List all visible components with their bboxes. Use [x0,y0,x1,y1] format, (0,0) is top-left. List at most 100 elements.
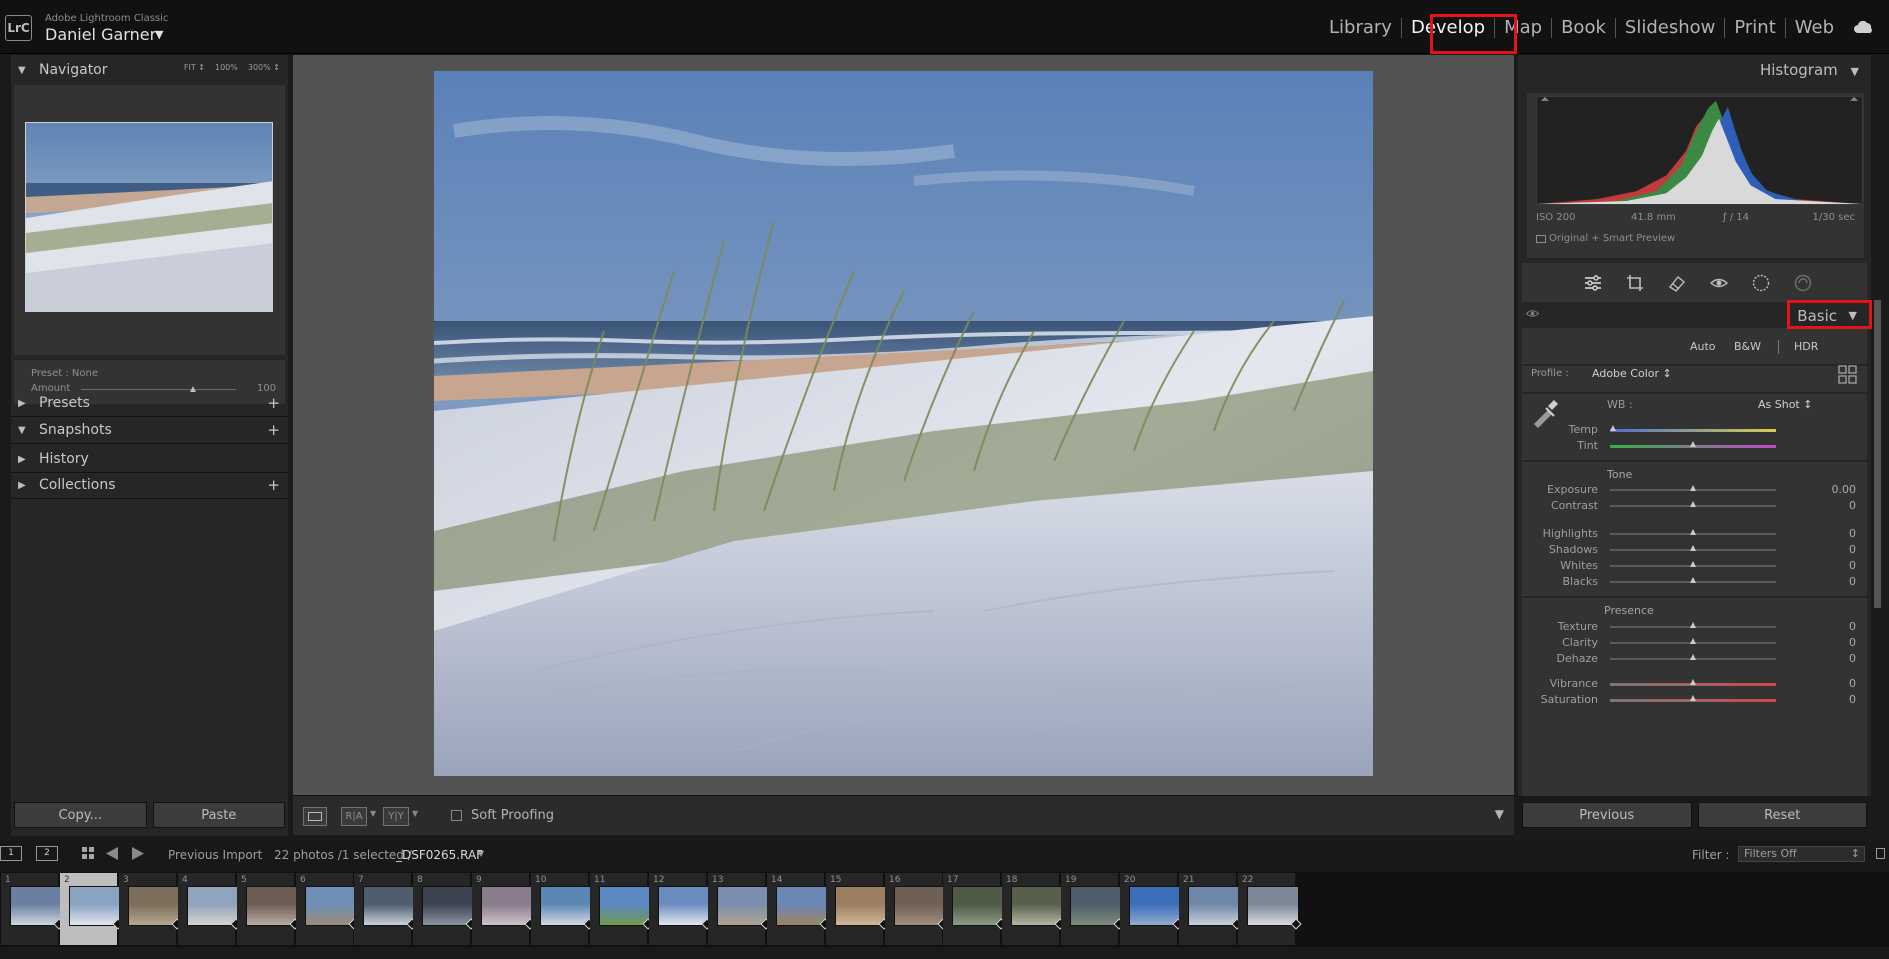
main-photo[interactable] [434,71,1373,776]
module-web[interactable]: Web [1786,17,1843,38]
profile-browser-grid-icon[interactable] [1838,365,1857,384]
cloud-sync-icon[interactable] [1853,20,1875,34]
clarity-slider-knob[interactable] [1690,638,1696,644]
filmstrip-thumbnail[interactable]: 19 [1061,873,1125,945]
red-eye-icon[interactable] [1710,274,1728,292]
dehaze-slider-knob[interactable] [1690,654,1696,660]
forward-arrow-icon[interactable] [132,847,144,860]
filmstrip-thumbnail[interactable]: 16 [885,873,949,945]
filmstrip-thumbnail[interactable]: 17 [943,873,1007,945]
highlight-clipping-icon[interactable] [1850,97,1859,101]
contrast-slider-knob[interactable] [1690,501,1696,507]
radial-filter-icon[interactable] [1794,274,1812,292]
filmstrip-thumbnail[interactable]: 21 [1179,873,1243,945]
contrast-value[interactable]: 0 [1784,499,1856,512]
before-after-top-bottom-button[interactable]: Y|Y [383,807,409,826]
filmstrip-thumbnail[interactable]: 20 [1120,873,1184,945]
snapshots-panel-header[interactable]: ▼ Snapshots + [11,415,288,445]
filename-menu-caret-icon[interactable]: ▼ [478,849,484,858]
filmstrip-thumbnail[interactable]: 12 [649,873,713,945]
before-after-left-right-button[interactable]: R|A [341,807,367,826]
reset-button[interactable]: Reset [1697,802,1867,828]
primary-window-button[interactable]: 1 [0,846,22,861]
copy-settings-button[interactable]: Copy... [14,802,147,828]
add-presets-icon[interactable]: + [267,394,280,412]
edit-sliders-icon[interactable] [1584,274,1602,292]
wb-dropdown[interactable]: As Shot ↕ [1758,398,1812,411]
texture-slider-knob[interactable] [1690,622,1696,628]
previous-button[interactable]: Previous [1522,802,1692,828]
filmstrip-source[interactable]: Previous Import [168,848,262,862]
filmstrip-thumbnail[interactable]: 10 [531,873,595,945]
shadows-slider-knob[interactable] [1690,545,1696,551]
filmstrip-thumbnail[interactable]: 11 [590,873,654,945]
right-panel-scrollbar[interactable] [1874,300,1881,608]
dehaze-value[interactable]: 0 [1784,652,1856,665]
blacks-value[interactable]: 0 [1784,575,1856,588]
histogram-header[interactable]: Histogram ▼ [1760,61,1859,79]
zoom-100[interactable]: 100% [215,63,238,72]
shadows-value[interactable]: 0 [1784,543,1856,556]
collections-panel-header[interactable]: ▶ Collections + [11,470,288,500]
filmstrip-thumbnail[interactable]: 18 [1002,873,1066,945]
zoom-300[interactable]: 300% ↕ [248,63,280,72]
filmstrip-thumbnail[interactable]: 8 [413,873,477,945]
vibrance-slider-knob[interactable] [1690,679,1696,685]
exposure-slider-knob[interactable] [1690,485,1696,491]
loupe-view-button[interactable] [303,807,327,826]
module-library[interactable]: Library [1320,17,1401,38]
filmstrip-thumbnail[interactable]: 9 [472,873,536,945]
zoom-fit[interactable]: FIT ↕ [184,63,205,72]
filmstrip-thumbnail[interactable]: 7 [354,873,418,945]
saturation-slider-knob[interactable] [1690,695,1696,701]
toolbar-content-caret-icon[interactable]: ▼ [1495,807,1504,821]
add-snapshots-icon[interactable]: + [267,421,280,439]
whites-slider-knob[interactable] [1690,561,1696,567]
hdr-button[interactable]: HDR [1794,340,1818,353]
vibrance-value[interactable]: 0 [1784,677,1856,690]
before-after-menu-caret-icon[interactable]: ▼ [370,809,376,818]
paste-settings-button[interactable]: Paste [152,802,285,828]
filmstrip-thumbnail[interactable]: 3 [119,873,183,945]
identity-plate-user[interactable]: Daniel Garner [45,25,156,44]
temp-slider-track[interactable] [1610,429,1776,432]
temp-slider-knob[interactable] [1610,425,1617,431]
texture-value[interactable]: 0 [1784,620,1856,633]
masking-icon[interactable] [1752,274,1770,292]
filmstrip-thumbnail[interactable]: 5 [237,873,301,945]
healing-icon[interactable] [1668,274,1686,292]
filmstrip-thumbnail[interactable]: 2 [60,873,124,945]
shadow-clipping-icon[interactable] [1540,97,1549,101]
filmstrip-thumbnail[interactable]: 15 [826,873,890,945]
whites-value[interactable]: 0 [1784,559,1856,572]
filter-lock-icon[interactable] [1876,848,1885,859]
profile-dropdown[interactable]: Adobe Color ↕ [1592,367,1672,380]
filmstrip-thumbnail[interactable]: 13 [708,873,772,945]
clarity-value[interactable]: 0 [1784,636,1856,649]
auto-button[interactable]: Auto [1690,340,1716,353]
navigator-thumbnail[interactable] [25,122,273,312]
grid-view-icon[interactable] [82,847,95,860]
filmstrip-thumbnail[interactable]: 22 [1238,873,1302,945]
swap-menu-caret-icon[interactable]: ▼ [412,809,418,818]
filter-dropdown[interactable]: Filters Off ↕ [1738,846,1865,862]
histogram-graph[interactable] [1536,96,1863,205]
back-arrow-icon[interactable] [106,847,118,860]
black-and-white-button[interactable]: B&W [1734,340,1761,353]
selected-filename[interactable]: _DSF0265.RAF [396,848,483,862]
tint-slider-knob[interactable] [1690,441,1696,447]
saturation-value[interactable]: 0 [1784,693,1856,706]
blacks-slider-knob[interactable] [1690,577,1696,583]
presets-panel-header[interactable]: ▶ Presets + [11,388,288,418]
crop-icon[interactable] [1626,274,1644,292]
filmstrip-thumbnail[interactable]: 1 [1,873,65,945]
module-print[interactable]: Print [1725,17,1784,38]
filmstrip-thumbnail[interactable]: 14 [767,873,831,945]
panel-visibility-eye-icon[interactable] [1526,309,1539,318]
identity-menu-caret-icon[interactable]: ▼ [155,28,163,41]
secondary-window-button[interactable]: 2 [36,846,58,861]
highlights-value[interactable]: 0 [1784,527,1856,540]
filmstrip-thumbnail[interactable]: 4 [178,873,242,945]
soft-proofing-checkbox[interactable] [451,810,462,821]
add-collections-icon[interactable]: + [267,476,280,494]
